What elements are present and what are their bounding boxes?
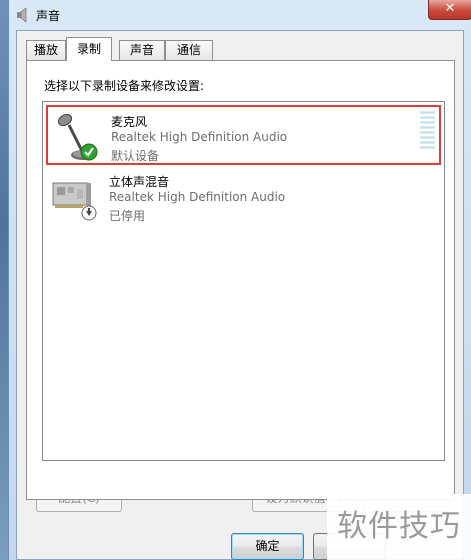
device-name: 麦克风 [111, 115, 148, 129]
instruction-text: 选择以下录制设备来修改设置: [44, 79, 205, 93]
window-title: 声音 [36, 9, 61, 23]
tab-label: 通信 [176, 43, 201, 57]
microphone-icon [57, 113, 98, 161]
tab-recording[interactable]: 录制 [66, 37, 112, 61]
tab-label: 声音 [129, 43, 154, 57]
speaker-icon [17, 7, 27, 23]
sound-dialog: 声音 ✕ 播放 录制 声音 通信 选择以下录制设备来修改设置: 麦克风 Real… [8, 0, 471, 560]
tab-label: 播放 [33, 43, 58, 57]
close-icon: ✕ [444, 1, 456, 16]
device-status: 已停用 [109, 209, 146, 223]
device-driver: Realtek High Definition Audio [109, 190, 286, 204]
device-list[interactable]: 麦克风 Realtek High Definition Audio 默认设备 立… [42, 101, 445, 461]
recording-panel: 选择以下录制设备来修改设置: 麦克风 Realtek High Definiti… [26, 60, 455, 500]
device-status: 默认设备 [111, 149, 160, 163]
dialog-client: 播放 录制 声音 通信 选择以下录制设备来修改设置: 麦克风 Realtek H… [16, 30, 464, 560]
device-driver: Realtek High Definition Audio [111, 130, 288, 144]
sound-card-icon [52, 182, 97, 221]
tab-sounds[interactable]: 声音 [119, 40, 165, 60]
tab-communications[interactable]: 通信 [165, 40, 213, 60]
device-item-microphone[interactable]: 麦克风 Realtek High Definition Audio 默认设备 [46, 105, 441, 165]
device-name: 立体声混音 [109, 175, 170, 189]
tab-label: 录制 [76, 42, 101, 56]
level-meter [420, 111, 435, 153]
close-button[interactable]: ✕ [428, 0, 471, 20]
watermark: 软件技巧 [327, 494, 471, 560]
tab-playback[interactable]: 播放 [26, 40, 66, 60]
device-item-stereo-mix[interactable]: 立体声混音 Realtek High Definition Audio 已停用 [46, 167, 441, 227]
ok-button[interactable]: 确定 [231, 533, 304, 560]
title-bar[interactable]: 声音 ✕ [9, 0, 471, 30]
